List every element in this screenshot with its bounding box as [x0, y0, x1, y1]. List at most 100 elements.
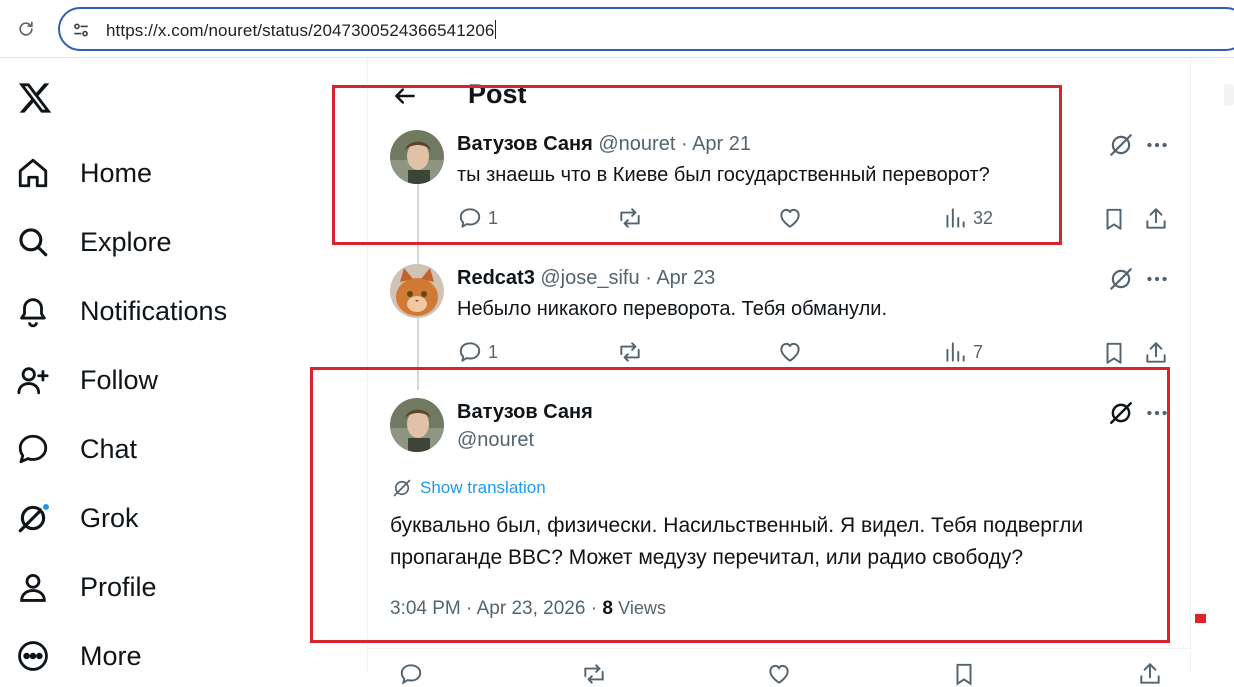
thread-line — [417, 184, 419, 268]
avatar[interactable] — [390, 264, 444, 318]
browser-toolbar: https://x.com/nouret/status/204730052436… — [0, 0, 1234, 58]
left-navigation: Home Explore Notifications Follow Chat G… — [0, 58, 300, 672]
add-person-icon — [14, 361, 52, 399]
nav-label: More — [80, 640, 142, 671]
separator: · — [466, 598, 473, 619]
nav-item-notifications[interactable]: Notifications — [14, 287, 227, 335]
author-handle[interactable]: @nouret — [457, 429, 534, 451]
divider — [368, 648, 1190, 649]
repost-icon — [620, 342, 640, 362]
tweet-time[interactable]: 3:04 PM — [390, 598, 461, 619]
search-icon — [14, 223, 52, 261]
share-icon[interactable] — [1143, 206, 1169, 232]
views-button[interactable]: 7 — [942, 339, 983, 365]
heart-icon — [780, 342, 800, 362]
avatar[interactable] — [390, 130, 444, 184]
nav-label: Notifications — [80, 295, 228, 326]
translate-grok-icon — [393, 479, 411, 497]
show-translation-link[interactable]: Show translation — [392, 478, 546, 498]
nav-item-more[interactable]: More — [14, 632, 142, 680]
bookmark-icon[interactable] — [1101, 206, 1127, 232]
nav-item-grok[interactable]: Grok — [14, 494, 139, 542]
grok-icon — [14, 499, 52, 537]
tweet-text: Небыло никакого переворота. Тебя обманул… — [457, 298, 888, 320]
bell-icon — [14, 292, 52, 330]
like-button[interactable] — [777, 205, 803, 231]
repost-button[interactable] — [617, 205, 643, 231]
views-chart-icon — [946, 342, 965, 362]
bookmark-icon[interactable] — [1101, 340, 1127, 366]
author-name[interactable]: Ватузов Саня — [457, 133, 593, 155]
avatar[interactable] — [390, 398, 444, 452]
share-icon[interactable] — [1137, 661, 1163, 687]
back-arrow-icon[interactable] — [392, 83, 418, 109]
nav-label: Profile — [80, 571, 157, 602]
nav-item-home[interactable]: Home — [14, 149, 152, 197]
nav-label: Chat — [80, 433, 138, 464]
nav-label: Grok — [80, 502, 139, 533]
author-handle[interactable]: @nouret — [598, 133, 675, 155]
post-header: Post — [368, 58, 1190, 118]
main-tweet-meta: 3:04 PM · Apr 23, 2026 · 8 Views — [390, 598, 666, 620]
views-chart-icon — [946, 208, 965, 228]
main-column: Post Ватузов Саня @nouret · Apr 21 ты зн… — [367, 58, 1191, 686]
heart-icon[interactable] — [766, 661, 792, 687]
views-label: Views — [618, 598, 666, 618]
repost-icon — [620, 208, 640, 228]
nav-item-chat[interactable]: Chat — [14, 425, 137, 473]
author-handle[interactable]: @jose_sifu — [540, 267, 639, 289]
grok-icon[interactable] — [1108, 400, 1134, 426]
person-icon — [14, 568, 52, 606]
reply-button[interactable]: 1 — [457, 205, 498, 231]
more-options-icon[interactable] — [1144, 400, 1170, 426]
thread-line — [417, 318, 419, 390]
url-text[interactable]: https://x.com/nouret/status/204730052436… — [106, 20, 497, 41]
tweet-date[interactable]: Apr 23, 2026 — [477, 598, 586, 619]
tweet-date[interactable]: Apr 21 — [692, 133, 751, 155]
more-options-icon[interactable] — [1144, 266, 1170, 292]
x-logo-icon[interactable] — [17, 80, 53, 116]
grok-icon[interactable] — [1108, 132, 1134, 158]
author-name[interactable]: Ватузов Саня — [457, 401, 593, 423]
reload-icon[interactable] — [16, 19, 36, 39]
tweet-text: ты знаешь что в Киеве был государственны… — [457, 164, 990, 186]
show-translation-label: Show translation — [420, 478, 546, 497]
site-info-icon[interactable] — [72, 21, 90, 39]
more-options-icon[interactable] — [1144, 132, 1170, 158]
nav-label: Home — [80, 157, 153, 188]
views-button[interactable]: 32 — [942, 205, 993, 231]
like-button[interactable] — [777, 339, 803, 365]
nav-item-follow[interactable]: Follow — [14, 356, 158, 404]
address-bar[interactable]: https://x.com/nouret/status/204730052436… — [58, 7, 1234, 51]
nav-label: Follow — [80, 364, 159, 395]
repost-icon[interactable] — [581, 661, 607, 687]
bookmark-icon[interactable] — [951, 661, 977, 687]
nav-item-profile[interactable]: Profile — [14, 563, 157, 611]
reply-count: 1 — [488, 207, 499, 228]
reply-button[interactable]: 1 — [457, 339, 498, 365]
share-icon[interactable] — [1143, 340, 1169, 366]
nav-label: Explore — [80, 226, 172, 257]
separator: · — [680, 133, 688, 155]
tweet-date[interactable]: Apr 23 — [656, 267, 715, 289]
right-rail-faint-content — [1224, 84, 1234, 106]
reply-icon[interactable] — [398, 661, 424, 687]
right-rail — [1192, 58, 1234, 672]
notification-dot — [41, 502, 51, 512]
annotation-marker — [1195, 614, 1206, 623]
separator: · — [645, 267, 652, 289]
reply-icon — [459, 342, 481, 362]
grok-icon[interactable] — [1108, 266, 1134, 292]
main-tweet-author: Ватузов Саня — [457, 401, 593, 424]
home-icon — [14, 154, 52, 192]
heart-icon — [780, 208, 800, 228]
author-name[interactable]: Redcat3 — [457, 267, 535, 289]
tweet-author-row: Ватузов Саня @nouret · Apr 21 — [457, 133, 751, 156]
page-title: Post — [468, 79, 527, 109]
repost-button[interactable] — [617, 339, 643, 365]
main-tweet-handle-row: @nouret — [457, 429, 534, 452]
tweet-author-row: Redcat3 @jose_sifu · Apr 23 — [457, 267, 715, 290]
reply-icon — [459, 208, 481, 228]
nav-item-explore[interactable]: Explore — [14, 218, 172, 266]
main-tweet-text-line: буквально был, физически. Насильственный… — [390, 514, 1084, 537]
